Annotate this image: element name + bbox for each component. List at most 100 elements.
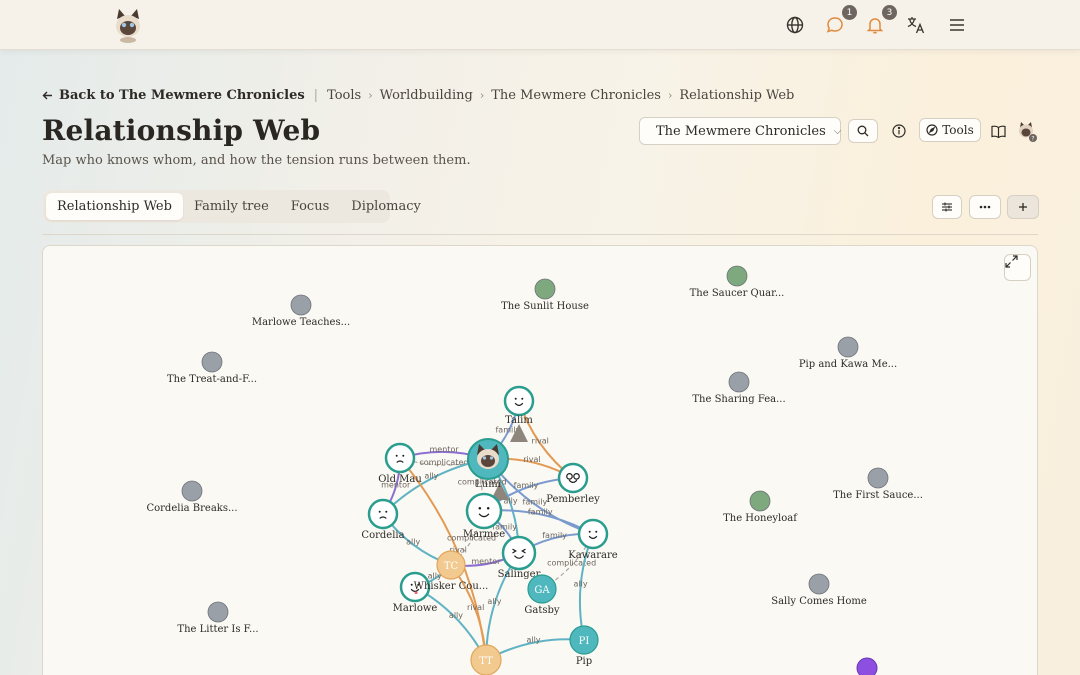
translate-icon[interactable] [905, 14, 927, 36]
book-icon[interactable] [989, 122, 1007, 140]
orbit-node[interactable]: The Litter Is F... [177, 601, 259, 635]
avatar-circle[interactable] [367, 498, 399, 530]
cat-mask [481, 455, 495, 467]
character-node-pip[interactable]: PI Pip [569, 625, 599, 667]
character-node-gatsby[interactable]: GA Gatsby [524, 574, 560, 616]
svg-text:?: ? [1031, 136, 1034, 143]
eye [478, 506, 482, 510]
messages-badge: 1 [842, 5, 857, 20]
character-label: Pemberley [546, 494, 600, 505]
character-node-pemberley[interactable]: Pemberley [546, 462, 600, 505]
character-label: Whisker Cou... [414, 581, 489, 592]
orbit-node[interactable]: The Saucer Quar... [690, 265, 785, 299]
eye [514, 397, 517, 400]
orbit-node[interactable]: Pip and Kawa Me... [799, 336, 897, 370]
character-node-salinger[interactable]: Salinger [498, 535, 541, 580]
avatar-circle[interactable] [503, 385, 535, 417]
orbit-node[interactable]: Cordelia Breaks... [146, 480, 238, 514]
cat-eye [482, 456, 487, 460]
avatar-circle[interactable] [384, 442, 416, 474]
orbit-node[interactable]: Marlowe Teaches... [252, 294, 350, 328]
eye [410, 583, 413, 586]
avatar-initials: TT [479, 656, 493, 667]
event-node-dot[interactable] [728, 371, 750, 393]
search-button[interactable] [848, 119, 878, 143]
breadcrumb-world[interactable]: The Mewmere Chronicles [491, 88, 661, 103]
tab-relationship-web[interactable]: Relationship Web [46, 193, 183, 220]
filters-button[interactable] [932, 195, 962, 219]
edge-label: family [528, 507, 553, 516]
character-label: Marlowe [393, 603, 438, 614]
breadcrumb-tools[interactable]: Tools [327, 88, 361, 103]
breadcrumb-worldbuilding[interactable]: Worldbuilding [380, 88, 473, 103]
chevron-right-icon: › [368, 88, 373, 102]
chevron-right-icon: › [479, 88, 485, 102]
partial-node-dot[interactable] [856, 657, 878, 675]
character-label: Pip [576, 656, 592, 667]
location-node-dot[interactable] [726, 265, 748, 287]
add-button[interactable] [1007, 195, 1039, 219]
edge-label: ally [449, 611, 463, 620]
orbit-node[interactable]: The First Sauce... [833, 467, 923, 501]
orbit-node-label: The Treat-and-F... [167, 374, 257, 385]
bell-icon[interactable]: 3 [864, 5, 897, 36]
tab-diplomacy[interactable]: Diplomacy [340, 193, 432, 220]
character-node-talim[interactable]: Talim [503, 385, 535, 426]
event-node-dot[interactable] [290, 294, 312, 316]
chat-icon[interactable]: 1 [824, 5, 857, 36]
edge-label: family [514, 481, 539, 490]
character-node-oldmau[interactable]: Old Mau [378, 442, 422, 485]
tools-button[interactable]: Tools [919, 118, 981, 142]
tab-family-tree[interactable]: Family tree [183, 193, 280, 220]
event-node-dot[interactable] [808, 573, 830, 595]
avatar-circle[interactable] [465, 492, 503, 530]
graph-svg[interactable]: familyrivalrivalfamilymentorcomplicatedm… [43, 246, 1038, 675]
location-node-dot[interactable] [534, 278, 556, 300]
menu-icon[interactable] [946, 14, 968, 36]
eye [402, 454, 405, 457]
event-node-dot[interactable] [867, 467, 889, 489]
back-link[interactable]: Back to The Mewmere Chronicles [42, 88, 305, 103]
edge-label: ally [526, 636, 540, 645]
section-divider [42, 234, 1038, 235]
cat-help-icon[interactable]: ? [1016, 121, 1038, 143]
cat-logo-icon[interactable] [110, 7, 146, 43]
character-label: Gatsby [524, 605, 560, 616]
orbit-node[interactable]: The Sharing Fea... [692, 371, 786, 405]
eye [395, 454, 398, 457]
orbit-node[interactable]: The Sunlit House [501, 278, 589, 312]
more-options-button[interactable] [969, 195, 1001, 219]
character-node-cordelia[interactable]: Cordelia [361, 498, 405, 541]
breadcrumb-current: Relationship Web [679, 87, 795, 103]
event-node-dot[interactable] [837, 336, 859, 358]
info-icon[interactable] [890, 122, 908, 140]
plus-icon [1019, 203, 1027, 211]
relationship-graph[interactable]: family rival rival family mentor complicated m… [42, 245, 1038, 675]
avatar-circle[interactable] [577, 518, 609, 550]
orbit-node[interactable]: The Honeyloaf [723, 490, 798, 524]
avatar-circle[interactable] [557, 462, 589, 494]
globe-icon[interactable] [784, 14, 806, 36]
world-select[interactable]: The Mewmere Chronicles ⌵ [639, 117, 841, 145]
avatar-initials: PI [579, 636, 590, 647]
character-node-tt[interactable]: TT [470, 644, 502, 675]
event-node-dot[interactable] [201, 351, 223, 373]
orbit-node-label: The Sharing Fea... [692, 394, 785, 405]
fullscreen-button[interactable] [1004, 254, 1031, 281]
character-node-marmee[interactable]: Marmee [463, 492, 505, 540]
breadcrumb-divider: | [313, 87, 319, 103]
orbit-node[interactable]: The Treat-and-F... [167, 351, 257, 385]
edge-label: mentor [471, 557, 501, 566]
location-node-dot[interactable] [749, 490, 771, 512]
tab-focus[interactable]: Focus [280, 193, 340, 220]
orbit-node-label: The First Sauce... [833, 490, 923, 501]
event-node-dot[interactable] [181, 480, 203, 502]
orbit-node-label: Pip and Kawa Me... [799, 359, 897, 370]
orbit-node[interactable]: Sally Comes Home [771, 573, 867, 607]
chevron-right-icon: › [667, 88, 673, 102]
character-label: Cordelia [361, 530, 404, 541]
avatar-circle[interactable] [501, 535, 537, 571]
event-node-dot[interactable] [207, 601, 229, 623]
orbit-node-label: The Litter Is F... [177, 624, 258, 635]
character-label: Talim [505, 415, 533, 426]
